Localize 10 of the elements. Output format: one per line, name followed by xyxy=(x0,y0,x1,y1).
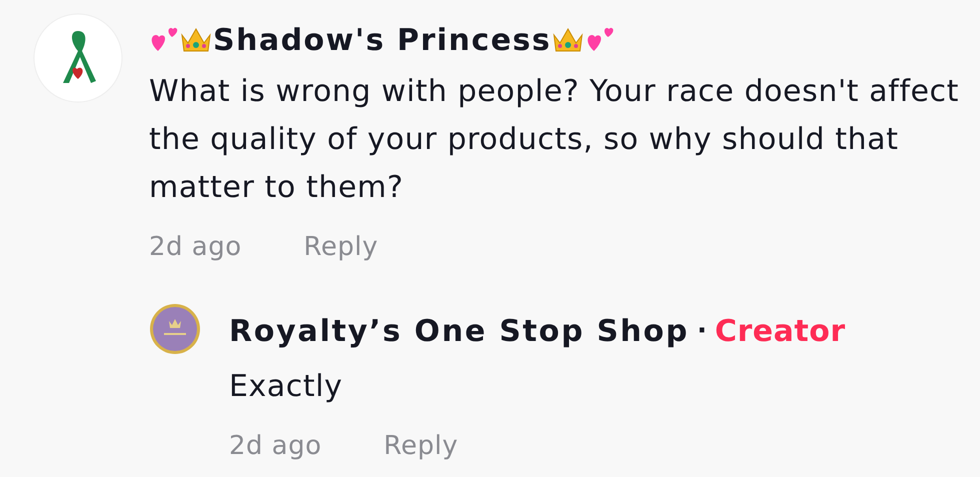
separator-dot: · xyxy=(696,316,707,346)
comment-text: What is wrong with people? Your race doesn't affect the quality of your products, so why should that matter to them? xyxy=(149,73,960,207)
author-name[interactable]: Shadow's Princess xyxy=(213,22,552,58)
author-name[interactable]: Royalty’s One Stop Shop xyxy=(229,314,689,348)
ribbon-avatar[interactable] xyxy=(33,13,123,103)
shop-avatar[interactable] xyxy=(149,303,201,355)
comment-text: Exactly xyxy=(229,368,344,406)
comment-time: 2d ago xyxy=(229,431,322,461)
creator-label: Creator xyxy=(714,314,846,348)
comment-time: 2d ago xyxy=(149,232,242,262)
